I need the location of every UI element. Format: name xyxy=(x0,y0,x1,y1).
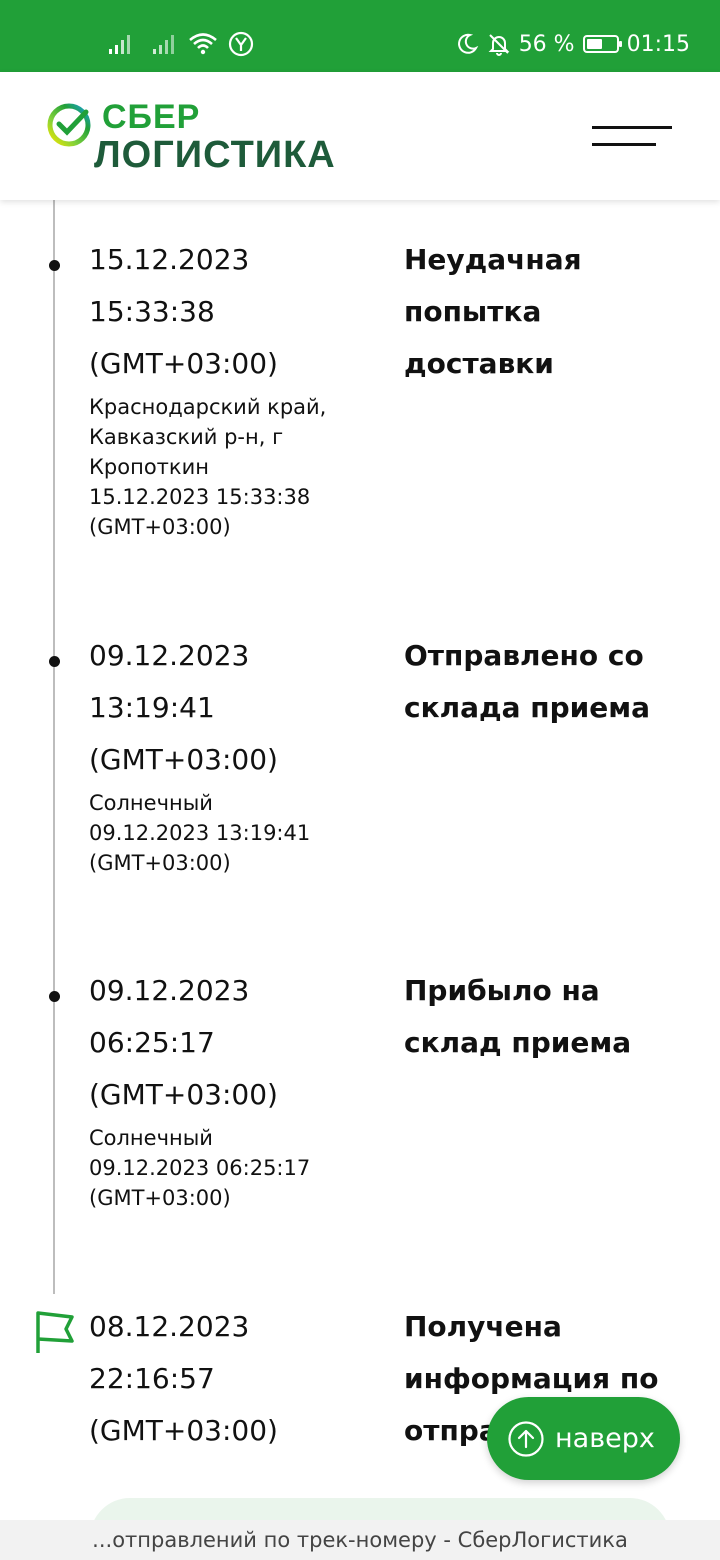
event-time: 22:16:57 xyxy=(89,1362,215,1395)
event-status-line: Отправлено со xyxy=(404,639,644,672)
menu-bar xyxy=(592,126,672,129)
signal-icon xyxy=(153,35,174,54)
logo-text: СБЕР ЛОГИСТИКА xyxy=(94,98,336,174)
event-status-line: склад приема xyxy=(404,1026,632,1059)
event-datetime: 09.12.2023 06:25:17 (GMT+03:00) Солнечны… xyxy=(89,965,389,1213)
event-datetime: 15.12.2023 15:33:38 (GMT+03:00) Краснода… xyxy=(89,234,389,542)
event-location-line: Солнечный xyxy=(89,791,213,815)
moon-icon xyxy=(457,33,478,54)
event-timezone: (GMT+03:00) xyxy=(89,347,278,380)
event-location: Солнечный 09.12.2023 13:19:41 (GMT+03:00… xyxy=(89,788,389,878)
logo-text-line2: ЛОГИСТИКА xyxy=(94,134,336,176)
event-timezone: (GMT+03:00) xyxy=(89,1414,278,1447)
event-status-line: Получена xyxy=(404,1310,562,1343)
browser-title-bar[interactable]: ...отправлений по трек-номеру - СберЛоги… xyxy=(0,1520,720,1560)
site-header: СБЕР ЛОГИСТИКА xyxy=(0,72,720,200)
arrow-up-circle-icon xyxy=(508,1420,544,1457)
event-location-line: Солнечный xyxy=(89,1126,213,1150)
event-location-line: (GMT+03:00) xyxy=(89,515,231,539)
event-date: 08.12.2023 xyxy=(89,1310,250,1343)
event-location-line: 15.12.2023 15:33:38 xyxy=(89,485,311,509)
signal-icon xyxy=(109,35,130,54)
event-location-line: 09.12.2023 06:25:17 xyxy=(89,1156,311,1180)
event-status: Неудачная попытка доставки xyxy=(404,234,704,390)
menu-bar xyxy=(592,143,656,146)
page-title-text: ...отправлений по трек-номеру - СберЛоги… xyxy=(92,1528,628,1552)
event-date: 09.12.2023 xyxy=(89,639,250,672)
timeline-dot xyxy=(49,260,60,271)
event-location-line: (GMT+03:00) xyxy=(89,851,231,875)
event-time: 13:19:41 xyxy=(89,691,215,724)
event-status-line: склада приема xyxy=(404,691,651,724)
timeline-line xyxy=(53,200,55,1294)
battery-tip xyxy=(618,41,622,47)
event-status-line: доставки xyxy=(404,347,554,380)
timeline-dot xyxy=(49,656,60,667)
event-location-line: Кавказский р-н, г xyxy=(89,425,284,449)
clock: 01:15 xyxy=(626,31,690,57)
sber-logistics-logo[interactable]: СБЕР ЛОГИСТИКА xyxy=(46,100,336,174)
screen: 56 % 01:15 СБЕР ЛОГИСТИКА 15.12.2023 15:… xyxy=(0,0,720,1560)
event-datetime: 08.12.2023 22:16:57 (GMT+03:00) xyxy=(89,1301,389,1457)
event-location: Краснодарский край, Кавказский р-н, г Кр… xyxy=(89,392,389,542)
event-datetime: 09.12.2023 13:19:41 (GMT+03:00) Солнечны… xyxy=(89,630,389,878)
event-status-line: Прибыло на xyxy=(404,974,600,1007)
event-location-line: Краснодарский край, xyxy=(89,395,327,419)
battery-percent: 56 % xyxy=(518,31,575,57)
event-date: 09.12.2023 xyxy=(89,974,250,1007)
event-status-line: Неудачная xyxy=(404,243,582,276)
timeline-dot xyxy=(49,991,60,1002)
battery-level-fill xyxy=(586,39,603,49)
logo-text-line1: СБЕР xyxy=(102,98,201,136)
event-location-line: Кропоткин xyxy=(89,455,209,479)
event-timezone: (GMT+03:00) xyxy=(89,1078,278,1111)
event-date: 15.12.2023 xyxy=(89,243,250,276)
event-time: 06:25:17 xyxy=(89,1026,215,1059)
status-bar-left xyxy=(108,28,254,60)
sber-logo-mark-icon xyxy=(47,103,91,147)
wifi-icon xyxy=(189,33,217,55)
event-location: Солнечный 09.12.2023 06:25:17 (GMT+03:00… xyxy=(89,1123,389,1213)
event-timezone: (GMT+03:00) xyxy=(89,743,278,776)
flag-icon xyxy=(36,1311,74,1353)
hamburger-menu-icon[interactable] xyxy=(590,124,674,148)
event-location-line: 09.12.2023 13:19:41 xyxy=(89,821,311,845)
bell-off-icon xyxy=(488,34,510,56)
status-bar: 56 % 01:15 xyxy=(0,0,720,72)
status-bar-right: 56 % 01:15 xyxy=(455,28,690,60)
event-status-line: попытка xyxy=(404,295,542,328)
event-status: Прибыло на склад приема xyxy=(404,965,704,1069)
yandex-icon xyxy=(228,31,254,57)
event-status: Отправлено со склада приема xyxy=(404,630,704,734)
scroll-to-top-button[interactable]: наверх xyxy=(487,1397,680,1480)
battery-icon xyxy=(582,35,622,53)
scroll-to-top-label: наверх xyxy=(555,1423,655,1454)
event-time: 15:33:38 xyxy=(89,295,215,328)
event-location-line: (GMT+03:00) xyxy=(89,1186,231,1210)
